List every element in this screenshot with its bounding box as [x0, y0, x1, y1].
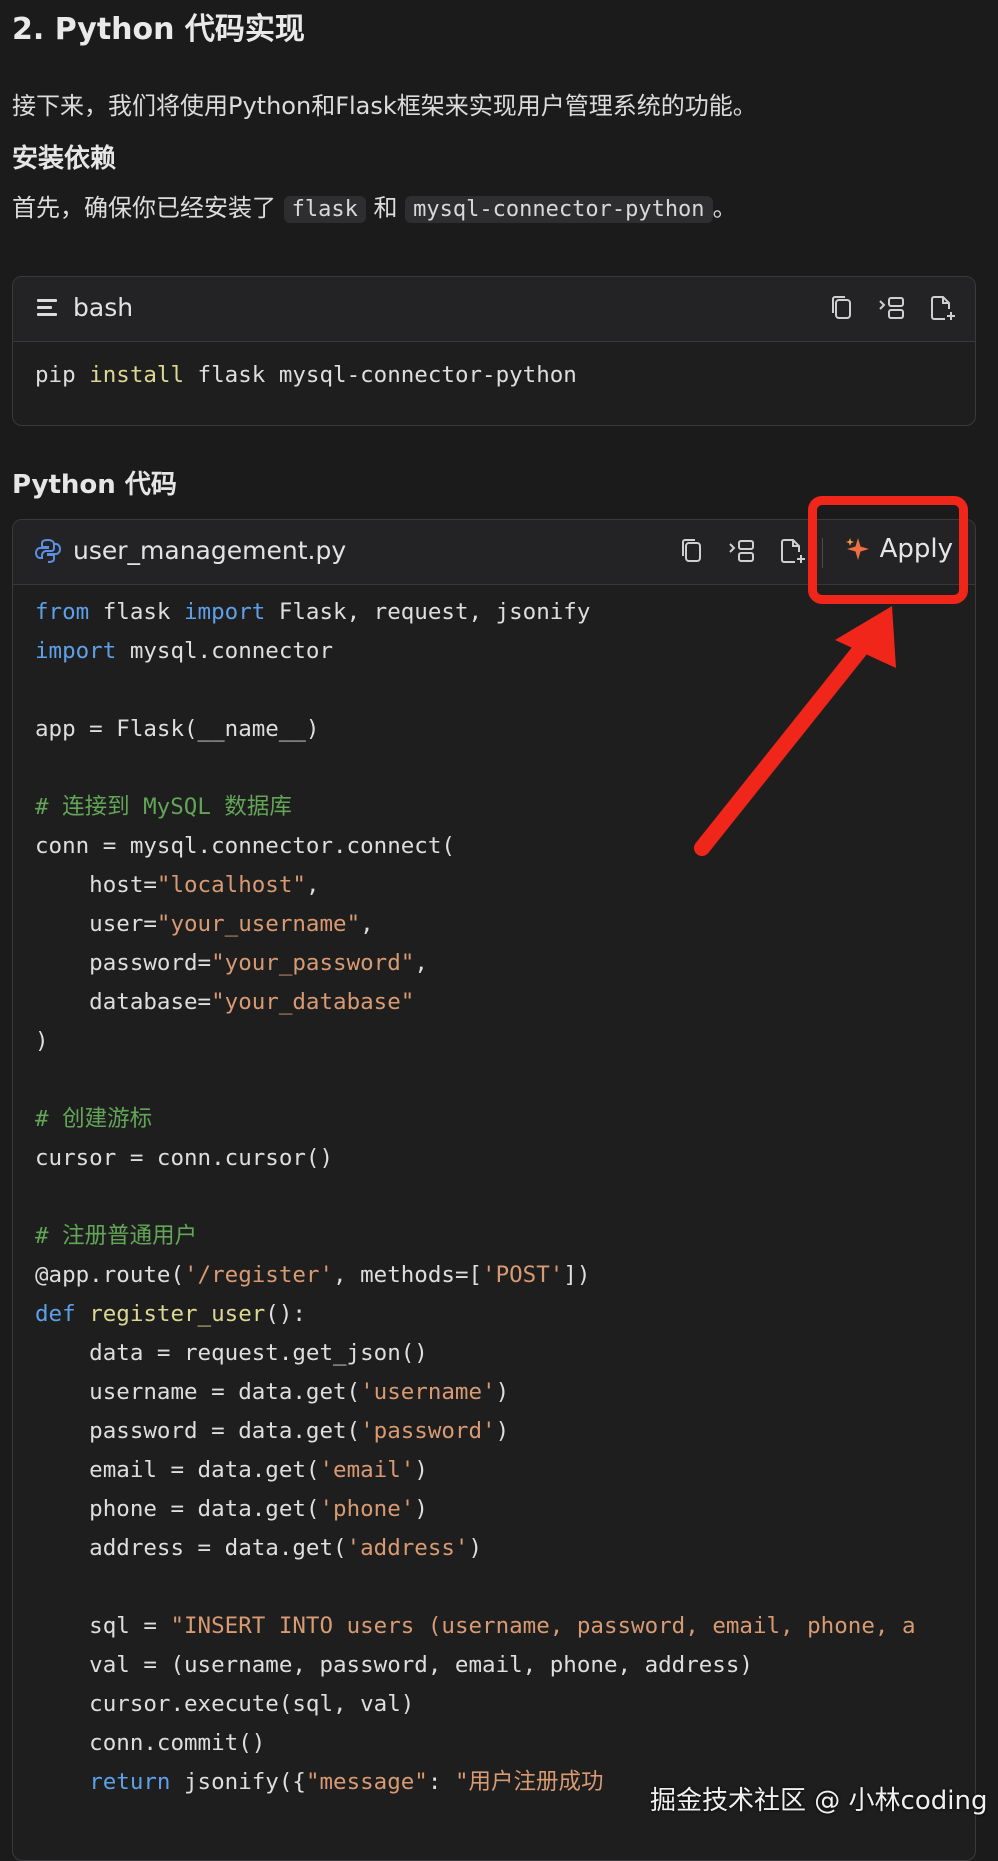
annotation-arrow	[694, 606, 896, 856]
watermark: 掘金技术社区 @ 小林coding	[650, 1786, 988, 1816]
